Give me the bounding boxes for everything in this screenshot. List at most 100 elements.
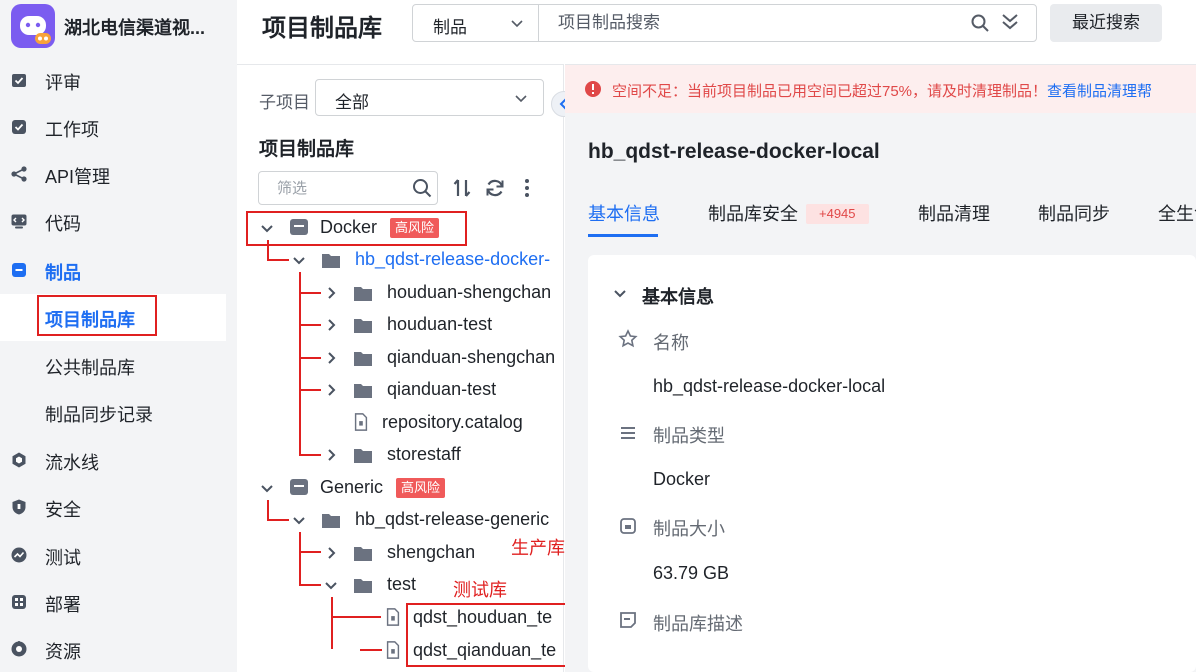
tab-cleanup[interactable]: 制品清理 <box>918 200 990 226</box>
chevron-down-icon[interactable] <box>612 285 628 301</box>
tree-node-folder[interactable]: shengchan <box>323 539 503 567</box>
nav-item-test[interactable]: 测试 <box>0 532 226 579</box>
chevron-right-icon[interactable] <box>323 317 339 333</box>
tree-node-label: repository.catalog <box>382 412 523 432</box>
subnav-public-repo[interactable]: 公共制品库 <box>0 342 226 389</box>
app-logo[interactable] <box>11 4 55 48</box>
more-icon[interactable] <box>516 177 538 199</box>
subnav-sync-record[interactable]: 制品同步记录 <box>0 389 226 436</box>
nav-item-deploy[interactable]: 部署 <box>0 579 226 626</box>
nav-item-code[interactable]: 代码 <box>0 198 226 245</box>
folder-icon <box>322 254 340 268</box>
nav-item-review[interactable]: 评审 <box>0 57 226 104</box>
review-icon <box>12 74 26 87</box>
pipeline-icon <box>12 452 26 468</box>
nav-item-workitem[interactable]: 工作项 <box>0 104 226 151</box>
tree-node-folder[interactable]: test <box>323 571 443 599</box>
folder-icon <box>354 384 372 398</box>
tree-filter-input[interactable] <box>277 177 407 199</box>
tree-node-docker-repo[interactable]: hb_qdst-release-docker- <box>291 246 561 274</box>
tab-basic-info[interactable]: 基本信息 <box>588 200 660 226</box>
app-title[interactable]: 湖北电信渠道视... <box>64 14 205 40</box>
tab-lifecycle[interactable]: 全生命 <box>1158 200 1196 226</box>
chevron-right-icon[interactable] <box>323 545 339 561</box>
search-scope-value: 制品 <box>433 18 467 37</box>
tree-node-generic[interactable]: Generic 高风险 <box>259 474 559 502</box>
highlight-box <box>406 603 579 667</box>
annotation-line <box>299 357 321 359</box>
detail-tabs: 基本信息 制品库安全 制品清理 制品同步 全生命 <box>565 192 1196 238</box>
field-label-size: 制品大小 <box>653 519 725 539</box>
tree-node-folder[interactable]: houduan-shengchan <box>323 279 563 307</box>
folder-icon <box>354 449 372 463</box>
field-value-name: hb_qdst-release-docker-local <box>653 376 886 396</box>
workitem-icon <box>12 120 26 134</box>
nav-item-artifact[interactable]: 制品 <box>0 247 226 294</box>
warning-text: 空间不足：当前项目制品已用空间已超过75%，请及时清理制品！查看制品清理帮 <box>612 80 1152 101</box>
nav-item-security[interactable]: 安全 <box>0 484 226 531</box>
search-icon[interactable] <box>412 178 432 198</box>
tree-node-folder[interactable]: qianduan-shengchan <box>323 344 563 372</box>
tree-node-file[interactable]: repository.catalog <box>323 409 563 437</box>
tab-sync[interactable]: 制品同步 <box>1038 200 1110 226</box>
sort-icon[interactable] <box>451 177 473 199</box>
nav-label: 代码 <box>45 214 81 234</box>
search-scope-select[interactable]: 制品 <box>413 5 539 41</box>
page-title: 项目制品库 <box>262 15 382 42</box>
size-icon <box>620 518 636 534</box>
tree-node-folder[interactable]: houduan-test <box>323 311 563 339</box>
annotation-testing: 测试库 <box>453 580 507 600</box>
refresh-icon[interactable] <box>484 177 506 199</box>
tree-node-label: shengchan <box>387 542 476 562</box>
tab-repo-security[interactable]: 制品库安全 <box>708 200 798 226</box>
recent-search-button[interactable]: 最近搜索 <box>1050 4 1162 42</box>
repo-icon <box>290 479 308 495</box>
annotation-line <box>267 259 289 261</box>
folder-icon <box>354 352 372 366</box>
chevron-down-icon[interactable] <box>291 512 307 528</box>
chevron-down-icon[interactable] <box>259 480 275 496</box>
chevron-down-icon[interactable] <box>323 577 339 593</box>
nav-item-pipeline[interactable]: 流水线 <box>0 437 226 484</box>
annotation-line <box>299 454 321 456</box>
resource-icon <box>11 641 27 657</box>
subproject-label: 子项目 <box>259 93 310 112</box>
tree-node-folder[interactable]: storestaff <box>323 441 563 469</box>
search-input[interactable] <box>558 10 958 36</box>
active-tab-indicator <box>588 234 658 237</box>
nav-label: 流水线 <box>45 453 99 473</box>
expand-filter-icon[interactable] <box>1000 12 1020 32</box>
file-icon <box>386 608 400 626</box>
chevron-right-icon[interactable] <box>323 285 339 301</box>
nav-item-api[interactable]: API管理 <box>0 151 226 198</box>
folder-icon <box>354 547 372 561</box>
nav-item-resource[interactable]: 资源 <box>0 626 226 672</box>
tree-filter <box>258 171 438 205</box>
highlight-box <box>37 295 157 336</box>
chevron-right-icon[interactable] <box>323 350 339 366</box>
tree-node-label: qianduan-shengchan <box>387 347 556 367</box>
search-icon[interactable] <box>970 13 990 33</box>
chevron-right-icon[interactable] <box>323 447 339 463</box>
global-search: 制品 <box>412 4 1037 42</box>
cleanup-help-link[interactable]: 查看制品清理帮 <box>1047 83 1152 100</box>
tree-title: 项目制品库 <box>259 139 355 160</box>
tree-node-folder[interactable]: qianduan-test <box>323 376 563 404</box>
subproject-select[interactable]: 全部 <box>315 79 544 116</box>
folder-icon <box>354 319 372 333</box>
tree-node-label: hb_qdst-release-generic <box>355 509 550 529</box>
annotation-line <box>299 389 321 391</box>
test-icon <box>11 547 27 563</box>
chevron-down-icon[interactable] <box>291 252 307 268</box>
folder-icon <box>322 514 340 528</box>
chevron-right-icon[interactable] <box>323 382 339 398</box>
annotation-line <box>299 324 321 326</box>
tree-node-generic-repo[interactable]: hb_qdst-release-generic <box>291 506 561 534</box>
tree-node-label: houduan-test <box>387 314 493 334</box>
subproject-value: 全部 <box>335 93 369 112</box>
tree-node-label: storestaff <box>387 444 461 464</box>
field-label-description: 制品库描述 <box>653 614 743 634</box>
tree-node-label: test <box>387 574 417 594</box>
tree-node-label: hb_qdst-release-docker- <box>355 249 551 269</box>
star-icon <box>618 329 638 348</box>
